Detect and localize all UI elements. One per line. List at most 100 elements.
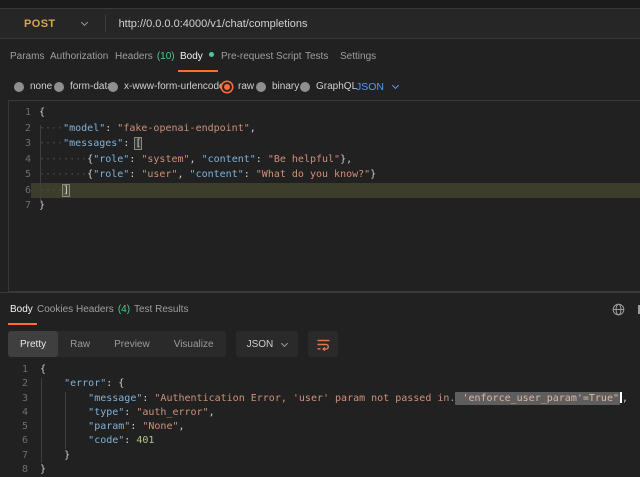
code-line: 1{ (0, 363, 640, 377)
request-body-editor[interactable]: 1{2····"model": "fake-openai-endpoint",3… (8, 100, 640, 292)
radio-none[interactable]: none (14, 73, 52, 100)
tab-pre-request-script[interactable]: Pre-request Script (221, 40, 302, 73)
indent-guide (41, 378, 42, 463)
code-text: ········{"role": "user", "content": "Wha… (31, 167, 640, 183)
code-text: ····"messages": [ (31, 136, 640, 152)
wrap-text-icon (316, 338, 331, 351)
url-input[interactable]: http://0.0.0.0:4000/v1/chat/completions (119, 18, 308, 30)
line-number: 6 (0, 434, 28, 448)
tab-params[interactable]: Params (10, 40, 44, 73)
line-number: 7 (9, 198, 31, 214)
view-preview[interactable]: Preview (102, 331, 162, 357)
tab-authorization[interactable]: Authorization (50, 40, 108, 73)
code-line: 6 "code": 401 (0, 434, 640, 448)
radio-icon (14, 82, 24, 92)
line-number: 7 (0, 449, 28, 463)
divider (105, 15, 106, 32)
code-text: "code": 401 (28, 434, 640, 448)
radio-icon (108, 82, 118, 92)
chevron-down-icon[interactable] (81, 19, 88, 26)
code-line: 4········{"role": "system", "content": "… (9, 152, 640, 168)
radio-binary[interactable]: binary (256, 73, 299, 100)
response-section: Body Cookies Headers(4) Test Results Pre… (0, 292, 640, 477)
code-line: 5 "param": "None", (0, 420, 640, 434)
chevron-down-icon (281, 339, 288, 346)
view-pretty[interactable]: Pretty (8, 331, 58, 357)
headers-count-badge: (10) (157, 51, 175, 62)
tab-response-body[interactable]: Body (10, 293, 33, 326)
line-number: 3 (9, 136, 31, 152)
code-line: 2····"model": "fake-openai-endpoint", (9, 121, 640, 137)
view-visualize[interactable]: Visualize (162, 331, 226, 357)
tab-test-results[interactable]: Test Results (134, 293, 188, 326)
tab-settings[interactable]: Settings (340, 40, 376, 73)
line-number: 4 (0, 406, 28, 420)
code-text: "type": "auth_error", (28, 406, 640, 420)
radio-x-www-form-urlencoded[interactable]: x-www-form-urlencoded (108, 73, 230, 100)
line-number: 8 (0, 463, 28, 477)
indent-guide (40, 125, 41, 203)
code-line: 8} (0, 463, 640, 477)
response-headers-count-badge: (4) (118, 304, 130, 315)
selected-text: 'enforce_user_param'=True" (455, 392, 620, 405)
body-format-dropdown[interactable]: JSON (356, 73, 398, 100)
code-line: 5········{"role": "user", "content": "Wh… (9, 167, 640, 183)
code-line: 2 "error": { (0, 377, 640, 391)
line-number: 5 (9, 167, 31, 183)
radio-icon (54, 82, 64, 92)
body-type-bar: none form-data x-www-form-urlencoded raw… (0, 73, 640, 100)
code-text: } (28, 449, 640, 463)
code-text: { (31, 105, 640, 121)
radio-icon (300, 82, 310, 92)
radio-raw[interactable]: raw (222, 73, 254, 100)
view-mode-switcher: Pretty Raw Preview Visualize (8, 331, 226, 357)
code-line: 3 "message": "Authentication Error, 'use… (0, 392, 640, 406)
response-tabs: Body Cookies Headers(4) Test Results (0, 293, 640, 326)
line-number: 1 (0, 363, 28, 377)
code-line: 4 "type": "auth_error", (0, 406, 640, 420)
code-text: } (31, 198, 640, 214)
window-top-strip (0, 0, 640, 8)
radio-form-data[interactable]: form-data (54, 73, 113, 100)
method-selector[interactable]: POST (24, 18, 56, 30)
code-text: ····"model": "fake-openai-endpoint", (31, 121, 640, 137)
response-view-toolbar: Pretty Raw Preview Visualize JSON (8, 331, 338, 357)
code-line: 7 } (0, 449, 640, 463)
code-text: "message": "Authentication Error, 'user'… (28, 392, 640, 406)
radio-graphql[interactable]: GraphQL (300, 73, 357, 100)
code-text: ········{"role": "system", "content": "B… (31, 152, 640, 168)
view-raw[interactable]: Raw (58, 331, 102, 357)
line-number: 5 (0, 420, 28, 434)
line-number: 1 (9, 105, 31, 121)
tab-cookies[interactable]: Cookies (37, 293, 73, 326)
tab-body[interactable]: Body (180, 40, 214, 73)
wrap-text-button[interactable] (308, 331, 338, 357)
chevron-down-icon (392, 82, 399, 89)
response-format-dropdown[interactable]: JSON (236, 331, 299, 357)
line-number: 2 (0, 377, 28, 391)
radio-selected-icon (222, 82, 232, 92)
line-number: 4 (9, 152, 31, 168)
unsaved-dot-icon (209, 52, 214, 57)
code-line: 3····"messages": [ (9, 136, 640, 152)
request-tabs: Params Authorization Headers(10) Body Pr… (0, 40, 640, 73)
tab-headers[interactable]: Headers(10) (115, 40, 175, 73)
code-line: 6····] (9, 183, 640, 199)
radio-icon (256, 82, 266, 92)
code-text: ····] (31, 183, 640, 199)
globe-icon[interactable] (612, 303, 625, 319)
tab-tests[interactable]: Tests (305, 40, 328, 73)
line-number: 3 (0, 392, 28, 406)
code-text: "error": { (28, 377, 640, 391)
indent-guide (65, 392, 66, 449)
code-text: } (28, 463, 640, 477)
request-url-bar: POST http://0.0.0.0:4000/v1/chat/complet… (0, 8, 640, 39)
line-number: 6 (9, 183, 31, 199)
response-body-editor[interactable]: 1{2 "error": {3 "message": "Authenticati… (0, 361, 640, 477)
code-line: 7} (9, 198, 640, 214)
code-text: "param": "None", (28, 420, 640, 434)
tab-response-headers[interactable]: Headers(4) (76, 293, 130, 326)
code-line: 1{ (9, 105, 640, 121)
line-number: 2 (9, 121, 31, 137)
code-text: { (28, 363, 640, 377)
